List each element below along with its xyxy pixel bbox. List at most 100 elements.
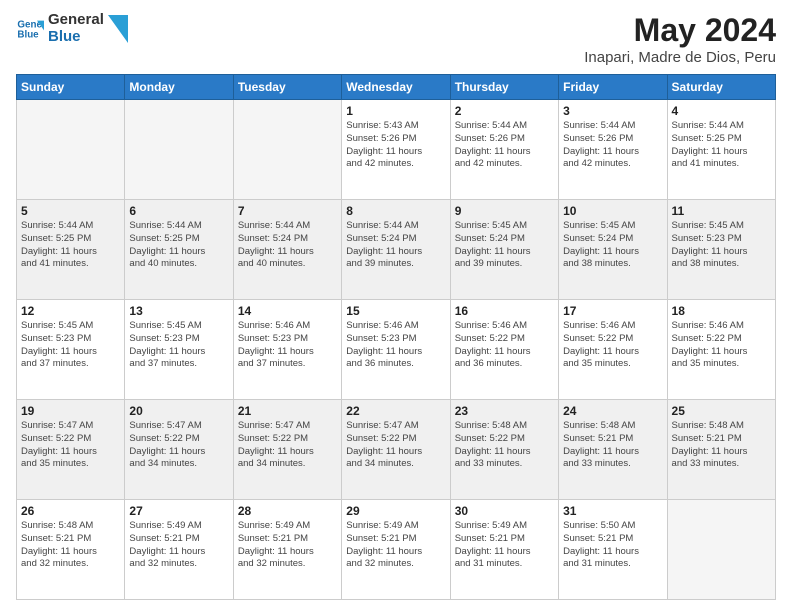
day-number: 11 xyxy=(672,204,771,218)
table-cell: 3 Sunrise: 5:44 AM Sunset: 5:26 PM Daylig… xyxy=(559,100,667,200)
calendar-header-row: Sunday Monday Tuesday Wednesday Thursday… xyxy=(17,75,776,100)
table-cell: 31 Sunrise: 5:50 AM Sunset: 5:21 PM Dayli… xyxy=(559,500,667,600)
day-number: 30 xyxy=(455,504,554,518)
day-number: 2 xyxy=(455,104,554,118)
table-cell: 25Sunrise: 5:48 AM Sunset: 5:21 PM Dayli… xyxy=(667,400,775,500)
table-cell xyxy=(233,100,341,200)
day-number: 3 xyxy=(563,104,662,118)
day-info: Sunrise: 5:44 AM Sunset: 5:25 PM Dayligh… xyxy=(672,120,771,171)
table-cell: 10Sunrise: 5:45 AM Sunset: 5:24 PM Dayli… xyxy=(559,200,667,300)
day-info: Sunrise: 5:45 AM Sunset: 5:23 PM Dayligh… xyxy=(672,220,771,271)
day-info: Sunrise: 5:49 AM Sunset: 5:21 PM Dayligh… xyxy=(238,520,337,571)
day-number: 9 xyxy=(455,204,554,218)
table-cell: 2Sunrise: 5:44 AM Sunset: 5:26 PM Daylig… xyxy=(450,100,558,200)
col-monday: Monday xyxy=(125,75,233,100)
day-info: Sunrise: 5:50 AM Sunset: 5:21 PM Dayligh… xyxy=(563,520,662,571)
header: General Blue General Blue May 2024 Inapa… xyxy=(16,12,776,66)
table-cell: 11 Sunrise: 5:45 AM Sunset: 5:23 PM Dayli… xyxy=(667,200,775,300)
day-info: Sunrise: 5:48 AM Sunset: 5:22 PM Dayligh… xyxy=(455,420,554,471)
col-saturday: Saturday xyxy=(667,75,775,100)
day-number: 8 xyxy=(346,204,445,218)
day-info: Sunrise: 5:49 AM Sunset: 5:21 PM Dayligh… xyxy=(129,520,228,571)
day-number: 6 xyxy=(129,204,228,218)
day-number: 15 xyxy=(346,304,445,318)
table-cell: 29Sunrise: 5:49 AM Sunset: 5:21 PM Dayli… xyxy=(342,500,450,600)
day-number: 14 xyxy=(238,304,337,318)
day-number: 5 xyxy=(21,204,120,218)
table-cell: 5Sunrise: 5:44 AM Sunset: 5:25 PM Daylig… xyxy=(17,200,125,300)
col-thursday: Thursday xyxy=(450,75,558,100)
day-info: Sunrise: 5:46 AM Sunset: 5:23 PM Dayligh… xyxy=(346,320,445,371)
day-info: Sunrise: 5:46 AM Sunset: 5:23 PM Dayligh… xyxy=(238,320,337,371)
day-info: Sunrise: 5:43 AM Sunset: 5:26 PM Dayligh… xyxy=(346,120,445,171)
table-cell: 6Sunrise: 5:44 AM Sunset: 5:25 PM Daylig… xyxy=(125,200,233,300)
table-cell: 8 Sunrise: 5:44 AM Sunset: 5:24 PM Daylig… xyxy=(342,200,450,300)
day-info: Sunrise: 5:47 AM Sunset: 5:22 PM Dayligh… xyxy=(238,420,337,471)
day-number: 4 xyxy=(672,104,771,118)
day-info: Sunrise: 5:44 AM Sunset: 5:24 PM Dayligh… xyxy=(238,220,337,271)
table-cell: 21 Sunrise: 5:47 AM Sunset: 5:22 PM Dayli… xyxy=(233,400,341,500)
logo-text-blue: Blue xyxy=(48,29,104,46)
table-cell: 15 Sunrise: 5:46 AM Sunset: 5:23 PM Dayli… xyxy=(342,300,450,400)
table-cell xyxy=(125,100,233,200)
table-cell: 30 Sunrise: 5:49 AM Sunset: 5:21 PM Dayli… xyxy=(450,500,558,600)
day-number: 26 xyxy=(21,504,120,518)
col-tuesday: Tuesday xyxy=(233,75,341,100)
day-info: Sunrise: 5:47 AM Sunset: 5:22 PM Dayligh… xyxy=(346,420,445,471)
day-number: 20 xyxy=(129,404,228,418)
day-info: Sunrise: 5:45 AM Sunset: 5:24 PM Dayligh… xyxy=(455,220,554,271)
table-cell: 18Sunrise: 5:46 AM Sunset: 5:22 PM Dayli… xyxy=(667,300,775,400)
col-wednesday: Wednesday xyxy=(342,75,450,100)
day-info: Sunrise: 5:47 AM Sunset: 5:22 PM Dayligh… xyxy=(129,420,228,471)
day-number: 27 xyxy=(129,504,228,518)
day-info: Sunrise: 5:49 AM Sunset: 5:21 PM Dayligh… xyxy=(346,520,445,571)
day-info: Sunrise: 5:47 AM Sunset: 5:22 PM Dayligh… xyxy=(21,420,120,471)
table-cell: 24 Sunrise: 5:48 AM Sunset: 5:21 PM Dayli… xyxy=(559,400,667,500)
day-info: Sunrise: 5:44 AM Sunset: 5:24 PM Dayligh… xyxy=(346,220,445,271)
day-info: Sunrise: 5:48 AM Sunset: 5:21 PM Dayligh… xyxy=(563,420,662,471)
day-info: Sunrise: 5:45 AM Sunset: 5:24 PM Dayligh… xyxy=(563,220,662,271)
day-number: 24 xyxy=(563,404,662,418)
day-info: Sunrise: 5:46 AM Sunset: 5:22 PM Dayligh… xyxy=(455,320,554,371)
title-block: May 2024 Inapari, Madre de Dios, Peru xyxy=(584,12,776,66)
table-cell: 13 Sunrise: 5:45 AM Sunset: 5:23 PM Dayli… xyxy=(125,300,233,400)
table-cell xyxy=(667,500,775,600)
table-cell: 20 Sunrise: 5:47 AM Sunset: 5:22 PM Dayli… xyxy=(125,400,233,500)
day-number: 31 xyxy=(563,504,662,518)
logo-icon: General Blue xyxy=(16,15,44,43)
logo-triangle-icon xyxy=(108,15,128,43)
table-cell xyxy=(17,100,125,200)
table-cell: 9 Sunrise: 5:45 AM Sunset: 5:24 PM Daylig… xyxy=(450,200,558,300)
week-row-1: 5Sunrise: 5:44 AM Sunset: 5:25 PM Daylig… xyxy=(17,200,776,300)
day-info: Sunrise: 5:44 AM Sunset: 5:26 PM Dayligh… xyxy=(563,120,662,171)
table-cell: 14 Sunrise: 5:46 AM Sunset: 5:23 PM Dayli… xyxy=(233,300,341,400)
table-cell: 27 Sunrise: 5:49 AM Sunset: 5:21 PM Dayli… xyxy=(125,500,233,600)
table-cell: 7 Sunrise: 5:44 AM Sunset: 5:24 PM Daylig… xyxy=(233,200,341,300)
day-number: 18 xyxy=(672,304,771,318)
col-sunday: Sunday xyxy=(17,75,125,100)
table-cell: 28 Sunrise: 5:49 AM Sunset: 5:21 PM Dayli… xyxy=(233,500,341,600)
day-number: 19 xyxy=(21,404,120,418)
calendar-table: Sunday Monday Tuesday Wednesday Thursday… xyxy=(16,74,776,600)
week-row-0: 1Sunrise: 5:43 AM Sunset: 5:26 PM Daylig… xyxy=(17,100,776,200)
main-title: May 2024 xyxy=(584,12,776,49)
day-number: 22 xyxy=(346,404,445,418)
table-cell: 26Sunrise: 5:48 AM Sunset: 5:21 PM Dayli… xyxy=(17,500,125,600)
day-number: 21 xyxy=(238,404,337,418)
table-cell: 19 Sunrise: 5:47 AM Sunset: 5:22 PM Dayli… xyxy=(17,400,125,500)
day-number: 7 xyxy=(238,204,337,218)
day-info: Sunrise: 5:49 AM Sunset: 5:21 PM Dayligh… xyxy=(455,520,554,571)
day-info: Sunrise: 5:45 AM Sunset: 5:23 PM Dayligh… xyxy=(129,320,228,371)
day-number: 17 xyxy=(563,304,662,318)
logo: General Blue General Blue xyxy=(16,12,128,45)
week-row-2: 12 Sunrise: 5:45 AM Sunset: 5:23 PM Dayli… xyxy=(17,300,776,400)
table-cell: 1Sunrise: 5:43 AM Sunset: 5:26 PM Daylig… xyxy=(342,100,450,200)
day-info: Sunrise: 5:45 AM Sunset: 5:23 PM Dayligh… xyxy=(21,320,120,371)
day-info: Sunrise: 5:46 AM Sunset: 5:22 PM Dayligh… xyxy=(563,320,662,371)
day-number: 16 xyxy=(455,304,554,318)
day-number: 13 xyxy=(129,304,228,318)
day-number: 12 xyxy=(21,304,120,318)
day-number: 28 xyxy=(238,504,337,518)
week-row-4: 26Sunrise: 5:48 AM Sunset: 5:21 PM Dayli… xyxy=(17,500,776,600)
subtitle: Inapari, Madre de Dios, Peru xyxy=(584,49,776,66)
